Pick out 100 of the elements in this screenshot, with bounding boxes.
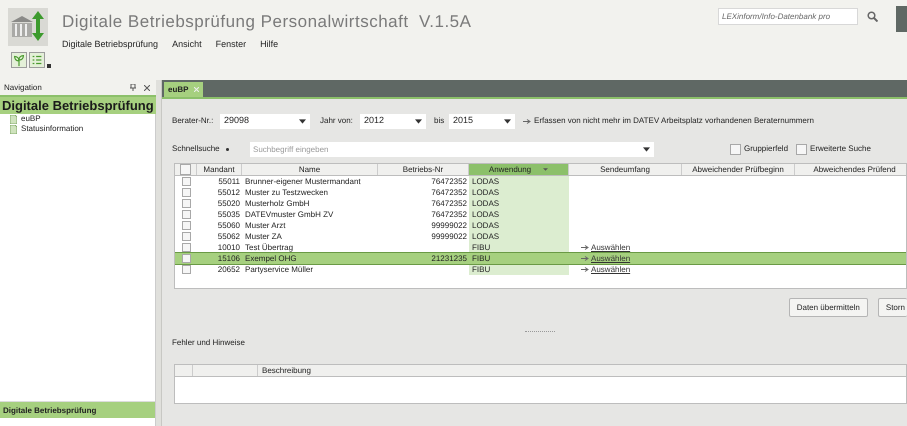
table-cell: Partyservice Müller — [245, 265, 314, 274]
table-row[interactable]: 55011 Brunner-eigener Mustermandant 76472352 LODAS — [175, 176, 906, 187]
action-button[interactable]: Storn — [878, 298, 907, 317]
table-cell: LODAS — [472, 210, 500, 219]
checkbox-label: Erweiterte Suche — [810, 143, 871, 155]
table-cell: Muster zu Testzwecken — [245, 188, 328, 197]
table-cell: DATEVmuster GmbH ZV — [245, 210, 334, 219]
checkbox[interactable] — [182, 221, 190, 230]
checkbox[interactable] — [182, 210, 190, 219]
table-cell: LODAS — [472, 199, 500, 208]
menu-item[interactable]: Ansicht — [172, 38, 202, 52]
field-label: bis — [434, 115, 446, 127]
close-icon — [144, 84, 150, 90]
table-cell: 21231235 — [431, 254, 467, 263]
checkbox[interactable] — [182, 232, 190, 241]
table-cell: LODAS — [472, 188, 500, 197]
caret-icon — [643, 146, 650, 152]
table-cell: Test Übertrag — [245, 243, 294, 252]
table-cell: 55062 — [218, 232, 240, 241]
plant-icon — [11, 52, 27, 68]
column-header[interactable]: Anwendung — [469, 164, 569, 175]
table-cell: Brunner-eigener Mustermandant — [245, 177, 361, 186]
table-row[interactable]: 20652 Partyservice Müller FIBU Auswählen — [175, 264, 906, 275]
select-link[interactable]: Auswählen — [591, 242, 630, 254]
table-cell: 76472352 — [431, 177, 467, 186]
tab[interactable]: euBP — [164, 82, 204, 97]
table-cell: 76472352 — [431, 188, 467, 197]
action-button[interactable]: Daten übermitteln — [788, 298, 868, 317]
table-cell: LODAS — [472, 232, 500, 241]
table-cell: 55011 — [218, 177, 240, 186]
checkbox[interactable] — [182, 177, 190, 186]
table-cell: Muster ZA — [245, 232, 282, 241]
caret-icon — [299, 118, 306, 124]
field-label: Jahr von: — [320, 115, 354, 127]
window-edge — [896, 6, 907, 32]
column-header[interactable]: Abweichendes Prüfend — [795, 164, 906, 175]
arrow-icon — [581, 267, 589, 272]
menu-item[interactable]: Fenster — [216, 38, 246, 52]
menu-item[interactable]: Digitale Betriebsprüfung — [62, 38, 158, 52]
search-icon — [867, 11, 878, 22]
close-icon — [194, 87, 200, 92]
table-cell: FIBU — [472, 265, 490, 274]
table-cell: 55060 — [218, 221, 240, 230]
dropdown[interactable]: 29098 — [220, 114, 310, 128]
table-cell: 76472352 — [431, 199, 467, 208]
column-header[interactable]: Sendeumfang — [569, 164, 682, 175]
table-cell: 15106 — [218, 254, 240, 263]
table-cell: 99999022 — [431, 221, 467, 230]
caret-icon — [415, 118, 422, 124]
table-cell: 76472352 — [431, 210, 467, 219]
caret-icon — [504, 118, 511, 124]
nav-footer[interactable]: Digitale Betriebsprüfung — [0, 401, 155, 418]
table-cell: FIBU — [472, 254, 490, 263]
overflow-icon — [47, 64, 51, 68]
checkbox[interactable] — [796, 144, 808, 154]
table-row[interactable]: 15106 Exempel OHG 21231235 FIBU Auswählen — [175, 253, 906, 264]
table-cell: Musterholz GmbH — [245, 199, 310, 208]
checkbox[interactable] — [180, 164, 191, 175]
checkbox[interactable] — [182, 188, 190, 197]
checkbox[interactable] — [182, 254, 190, 263]
sort-icon — [543, 168, 548, 171]
column-header[interactable]: Abweichender Prüfbeginn — [682, 164, 795, 175]
table-cell: LODAS — [472, 177, 500, 186]
column-header[interactable]: Name — [242, 164, 378, 175]
select-link[interactable]: Auswählen — [591, 252, 630, 264]
quicksearch-menu[interactable]: Schnellsuche — [172, 143, 250, 155]
table-cell: 10010 — [218, 243, 240, 252]
table-row[interactable]: 55020 Musterholz GmbH 76472352 LODAS — [175, 198, 906, 209]
checkbox[interactable] — [730, 144, 741, 154]
table-row[interactable]: 55035 DATEVmuster GmbH ZV 76472352 LODAS — [175, 209, 906, 220]
checkbox[interactable] — [182, 243, 190, 252]
nav-heading: Digitale Betriebsprüfung — [0, 97, 156, 114]
list-icon — [29, 52, 45, 68]
table-cell: 55035 — [218, 210, 240, 219]
splitter[interactable] — [156, 80, 162, 426]
hint-text: Erfassen von nicht mehr im DATEV Arbeitsplatz vorhandenen Beraternummern — [534, 115, 814, 127]
column-header[interactable]: Mandant — [197, 164, 242, 175]
select-link[interactable]: Auswählen — [591, 264, 630, 276]
dropdown[interactable]: 2015 — [449, 114, 515, 128]
table-cell: LODAS — [472, 221, 500, 230]
nav-item[interactable]: Statusinformation — [20, 123, 84, 135]
menu-item[interactable]: Hilfe — [260, 38, 278, 52]
panel-title: Navigation — [4, 82, 43, 94]
checkbox-label: Gruppierfeld — [744, 143, 788, 155]
arrow-icon — [523, 118, 531, 124]
section-title: Fehler und Hinweise — [172, 337, 246, 349]
nav-item[interactable]: euBP — [20, 113, 42, 125]
checkbox[interactable] — [182, 199, 190, 208]
checkbox[interactable] — [182, 265, 190, 274]
arrow-icon — [581, 256, 589, 261]
arrow-icon — [581, 245, 589, 250]
table-row[interactable]: 55012 Muster zu Testzwecken 76472352 LODAS — [175, 187, 906, 198]
dot-icon — [226, 148, 229, 150]
field-label: Berater-Nr.: — [172, 115, 214, 127]
table-cell: 55012 — [218, 188, 240, 197]
table-cell: 20652 — [218, 265, 240, 274]
dropdown[interactable]: 2012 — [360, 114, 426, 128]
search-field[interactable]: LEXinform/Info-Datenbank pro — [718, 8, 858, 25]
table-row[interactable]: 55062 Muster ZA 99999022 LODAS — [175, 231, 906, 242]
table-row[interactable]: 55060 Muster Arzt 99999022 LODAS — [175, 220, 906, 231]
